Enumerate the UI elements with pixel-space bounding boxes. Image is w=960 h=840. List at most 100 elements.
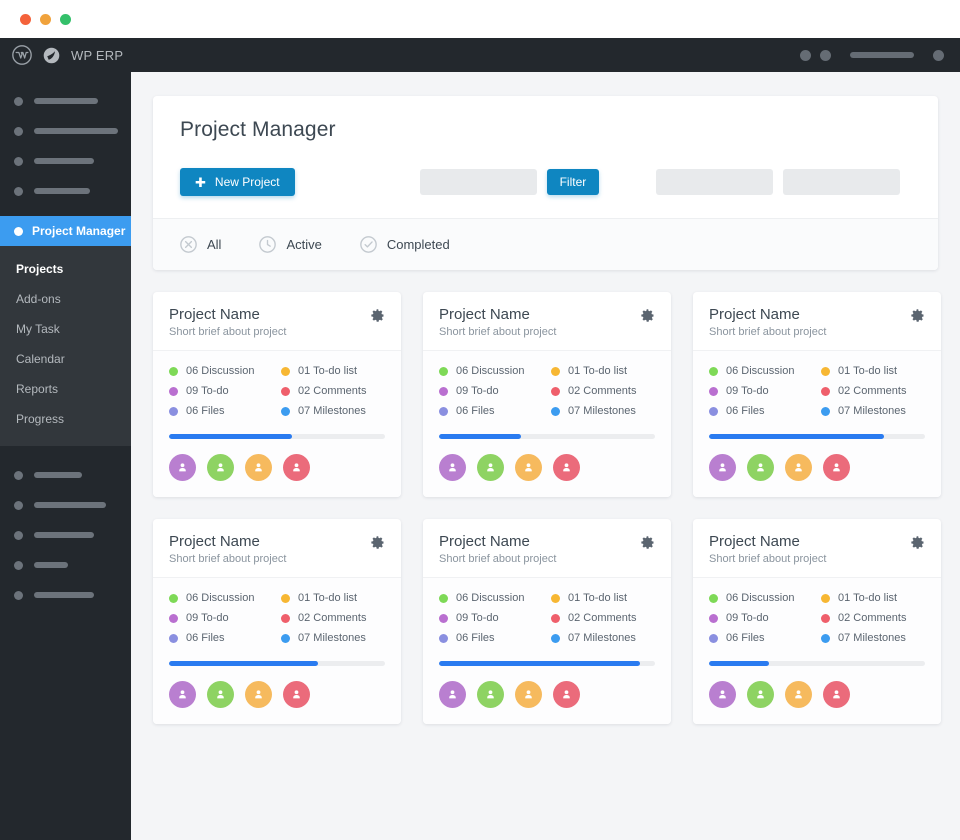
stat-discussion[interactable]: 06 Discussion [439, 592, 543, 604]
stat-discussion[interactable]: 06 Discussion [169, 365, 273, 377]
project-card[interactable]: Project NameShort brief about project06 … [423, 519, 671, 724]
stat-milestones[interactable]: 07 Milestones [821, 405, 925, 417]
stat-todo[interactable]: 09 To-do [439, 612, 543, 624]
new-project-button[interactable]: ✚ New Project [180, 168, 295, 196]
stat-discussion[interactable]: 06 Discussion [169, 592, 273, 604]
gear-icon[interactable] [370, 308, 385, 328]
adminbar-placeholder-dot-2[interactable] [820, 50, 831, 61]
stat-todolist[interactable]: 01 To-do list [551, 592, 655, 604]
project-title[interactable]: Project Name [709, 533, 910, 550]
sidebar-placeholder-item-3[interactable] [0, 146, 131, 176]
avatar[interactable] [245, 454, 272, 481]
avatar[interactable] [439, 681, 466, 708]
stat-files[interactable]: 06 Files [439, 405, 543, 417]
stat-comments[interactable]: 02 Comments [551, 612, 655, 624]
avatar[interactable] [283, 681, 310, 708]
sidebar-placeholder-item-2[interactable] [0, 116, 131, 146]
stat-todo[interactable]: 09 To-do [439, 385, 543, 397]
project-title[interactable]: Project Name [169, 306, 370, 323]
avatar[interactable] [785, 681, 812, 708]
avatar[interactable] [515, 681, 542, 708]
avatar[interactable] [747, 681, 774, 708]
avatar[interactable] [823, 454, 850, 481]
filter-button[interactable]: Filter [547, 169, 600, 195]
avatar[interactable] [709, 454, 736, 481]
gear-icon[interactable] [640, 308, 655, 328]
stat-todolist[interactable]: 01 To-do list [281, 365, 385, 377]
wordpress-icon[interactable] [12, 45, 32, 65]
avatar[interactable] [477, 454, 504, 481]
project-card[interactable]: Project NameShort brief about project06 … [693, 292, 941, 497]
stat-todo[interactable]: 09 To-do [169, 612, 273, 624]
sidebar-placeholder-item-1[interactable] [0, 86, 131, 116]
stat-todo[interactable]: 09 To-do [709, 385, 813, 397]
project-card[interactable]: Project NameShort brief about project06 … [423, 292, 671, 497]
avatar[interactable] [553, 681, 580, 708]
project-title[interactable]: Project Name [439, 306, 640, 323]
project-card[interactable]: Project NameShort brief about project06 … [693, 519, 941, 724]
stat-milestones[interactable]: 07 Milestones [821, 632, 925, 644]
stat-milestones[interactable]: 07 Milestones [281, 405, 385, 417]
sidebar-placeholder-item-4[interactable] [0, 176, 131, 206]
project-title[interactable]: Project Name [169, 533, 370, 550]
stat-milestones[interactable]: 07 Milestones [551, 632, 655, 644]
tab-active[interactable]: Active [259, 236, 321, 253]
avatar[interactable] [169, 454, 196, 481]
project-card[interactable]: Project NameShort brief about project06 … [153, 519, 401, 724]
avatar[interactable] [823, 681, 850, 708]
gear-icon[interactable] [910, 308, 925, 328]
sidebar-bottom-item-5[interactable] [0, 580, 131, 610]
sort-select[interactable] [656, 169, 773, 195]
stat-comments[interactable]: 02 Comments [551, 385, 655, 397]
stat-comments[interactable]: 02 Comments [281, 612, 385, 624]
avatar[interactable] [515, 454, 542, 481]
sidebar-item-calendar[interactable]: Calendar [0, 344, 131, 374]
avatar[interactable] [553, 454, 580, 481]
maximize-window-button[interactable] [60, 14, 71, 25]
sidebar-bottom-item-3[interactable] [0, 520, 131, 550]
sidebar-bottom-item-2[interactable] [0, 490, 131, 520]
stat-files[interactable]: 06 Files [169, 632, 273, 644]
tab-completed[interactable]: Completed [360, 236, 450, 253]
stat-files[interactable]: 06 Files [169, 405, 273, 417]
sidebar-item-reports[interactable]: Reports [0, 374, 131, 404]
minimize-window-button[interactable] [40, 14, 51, 25]
stat-discussion[interactable]: 06 Discussion [709, 592, 813, 604]
stat-todo[interactable]: 09 To-do [169, 385, 273, 397]
adminbar-account-avatar[interactable] [933, 50, 944, 61]
sidebar-bottom-item-1[interactable] [0, 460, 131, 490]
stat-discussion[interactable]: 06 Discussion [439, 365, 543, 377]
stat-todo[interactable]: 09 To-do [709, 612, 813, 624]
stat-todolist[interactable]: 01 To-do list [281, 592, 385, 604]
sidebar-bottom-item-4[interactable] [0, 550, 131, 580]
stat-milestones[interactable]: 07 Milestones [281, 632, 385, 644]
project-title[interactable]: Project Name [439, 533, 640, 550]
stat-todolist[interactable]: 01 To-do list [551, 365, 655, 377]
avatar[interactable] [747, 454, 774, 481]
close-window-button[interactable] [20, 14, 31, 25]
stat-todolist[interactable]: 01 To-do list [821, 365, 925, 377]
sidebar-item-add-ons[interactable]: Add-ons [0, 284, 131, 314]
avatar[interactable] [207, 681, 234, 708]
tab-all[interactable]: All [180, 236, 221, 253]
stat-files[interactable]: 06 Files [709, 405, 813, 417]
avatar[interactable] [439, 454, 466, 481]
avatar[interactable] [477, 681, 504, 708]
stat-comments[interactable]: 02 Comments [281, 385, 385, 397]
stat-milestones[interactable]: 07 Milestones [551, 405, 655, 417]
search-input[interactable] [420, 169, 537, 195]
sidebar-item-projects[interactable]: Projects [0, 254, 131, 284]
stat-files[interactable]: 06 Files [709, 632, 813, 644]
project-title[interactable]: Project Name [709, 306, 910, 323]
avatar[interactable] [709, 681, 736, 708]
stat-discussion[interactable]: 06 Discussion [709, 365, 813, 377]
stat-comments[interactable]: 02 Comments [821, 385, 925, 397]
gear-icon[interactable] [910, 535, 925, 555]
avatar[interactable] [207, 454, 234, 481]
sidebar-item-my-task[interactable]: My Task [0, 314, 131, 344]
gear-icon[interactable] [640, 535, 655, 555]
avatar[interactable] [785, 454, 812, 481]
wp-erp-icon[interactable] [43, 47, 60, 64]
adminbar-placeholder-dot-1[interactable] [800, 50, 811, 61]
stat-files[interactable]: 06 Files [439, 632, 543, 644]
